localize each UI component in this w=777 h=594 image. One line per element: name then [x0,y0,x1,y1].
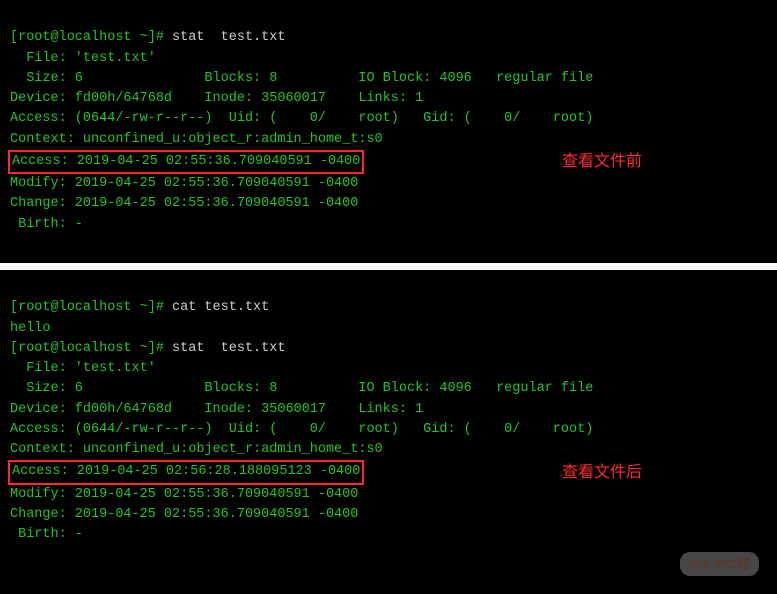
stat-output-line: Modify: 2019-04-25 02:55:36.709040591 -0… [10,176,358,191]
command-text: stat test.txt [172,30,285,45]
stat-output-line: Access: (0644/-rw-r--r--) Uid: ( 0/ root… [10,422,593,437]
stat-output-line: Size: 6 Blocks: 8 IO Block: 4096 regular… [10,71,593,86]
stat-output-line: Size: 6 Blocks: 8 IO Block: 4096 regular… [10,381,593,396]
stat-output-line: Birth: - [10,527,83,542]
stat-output-line: Birth: - [10,217,83,232]
access-time-highlight: Access: 2019-04-25 02:56:28.188095123 -0… [8,460,364,484]
prompt-line: [root@localhost ~]# stat test.txt [10,30,285,45]
cat-output: hello [10,321,51,336]
shell-prompt: [root@localhost ~]# [10,341,172,356]
shell-prompt: [root@localhost ~]# [10,300,172,315]
annotation-after: 查看文件后 [562,461,642,485]
stat-output-line: Device: fd00h/64768d Inode: 35060017 Lin… [10,91,423,106]
watermark-badge: php 中文网 [680,552,759,576]
stat-output-line: Context: unconfined_u:object_r:admin_hom… [10,132,383,147]
stat-output-line: File: 'test.txt' [10,361,156,376]
terminal-before: [root@localhost ~]# stat test.txt File: … [0,0,777,265]
stat-output-line: Change: 2019-04-25 02:55:36.709040591 -0… [10,507,358,522]
annotation-before: 查看文件前 [562,150,642,174]
stat-output-line: Modify: 2019-04-25 02:55:36.709040591 -0… [10,487,358,502]
prompt-line: [root@localhost ~]# stat test.txt [10,341,285,356]
stat-output-line: Context: unconfined_u:object_r:admin_hom… [10,442,383,457]
stat-output-line: Access: (0644/-rw-r--r--) Uid: ( 0/ root… [10,111,593,126]
stat-output-line: File: 'test.txt' [10,51,156,66]
prompt-line: [root@localhost ~]# cat test.txt [10,300,269,315]
shell-prompt: [root@localhost ~]# [10,30,172,45]
stat-output-line: Device: fd00h/64768d Inode: 35060017 Lin… [10,402,423,417]
terminal-after: [root@localhost ~]# cat test.txt hello [… [0,270,777,594]
command-text: cat test.txt [172,300,269,315]
access-time-highlight: Access: 2019-04-25 02:55:36.709040591 -0… [8,150,364,174]
command-text: stat test.txt [172,341,285,356]
stat-output-line: Change: 2019-04-25 02:55:36.709040591 -0… [10,196,358,211]
